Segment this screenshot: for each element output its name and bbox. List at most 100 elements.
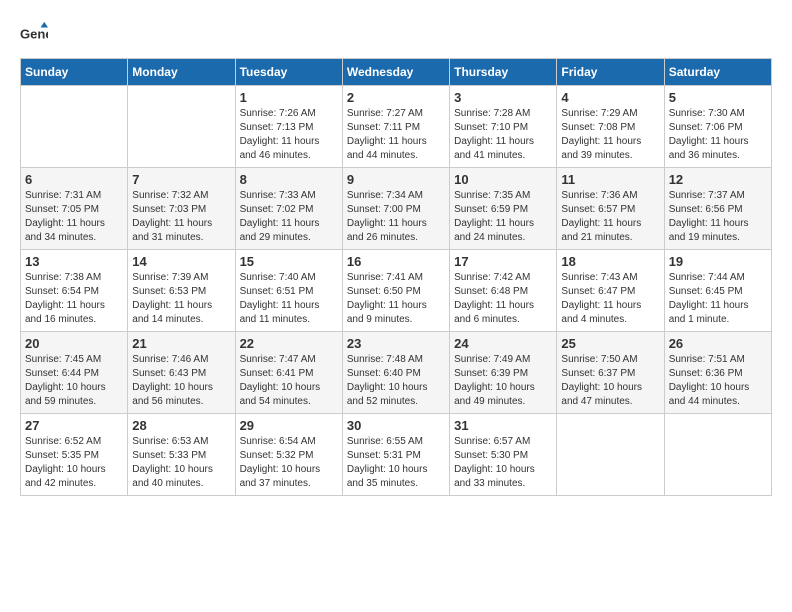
day-info: Sunrise: 6:57 AMSunset: 5:30 PMDaylight:…	[454, 435, 552, 491]
calendar-cell: 25 Sunrise: 7:50 AMSunset: 6:37 PMDayligh…	[557, 332, 664, 414]
calendar-cell: 4 Sunrise: 7:29 AMSunset: 7:08 PMDaylight…	[557, 86, 664, 168]
calendar-body: 1 Sunrise: 7:26 AMSunset: 7:13 PMDaylight…	[21, 86, 772, 496]
calendar-cell: 26 Sunrise: 7:51 AMSunset: 6:36 PMDayligh…	[664, 332, 771, 414]
day-number: 6	[25, 172, 123, 187]
calendar-cell: 14Sunrise: 7:39 AMSunset: 6:53 PMDayligh…	[128, 250, 235, 332]
column-header-saturday: Saturday	[664, 59, 771, 86]
day-number: 26	[669, 336, 767, 351]
logo-icon: General	[20, 20, 48, 48]
day-number: 21	[132, 336, 230, 351]
calendar-cell: 6 Sunrise: 7:31 AMSunset: 7:05 PMDaylight…	[21, 168, 128, 250]
calendar-cell: 8Sunrise: 7:33 AMSunset: 7:02 PMDaylight…	[235, 168, 342, 250]
day-info: Sunrise: 7:33 AMSunset: 7:02 PMDaylight:…	[240, 189, 338, 245]
calendar-cell: 19 Sunrise: 7:44 AMSunset: 6:45 PMDayligh…	[664, 250, 771, 332]
day-info: Sunrise: 7:36 AMSunset: 6:57 PMDaylight:…	[561, 189, 659, 245]
calendar-cell	[557, 414, 664, 496]
day-info: Sunrise: 6:52 AMSunset: 5:35 PMDaylight:…	[25, 435, 123, 491]
day-info: Sunrise: 7:29 AMSunset: 7:08 PMDaylight:…	[561, 107, 659, 163]
day-number: 3	[454, 90, 552, 105]
page-header: General	[20, 20, 772, 48]
day-number: 24	[454, 336, 552, 351]
column-header-friday: Friday	[557, 59, 664, 86]
day-number: 4	[561, 90, 659, 105]
day-info: Sunrise: 7:34 AMSunset: 7:00 PMDaylight:…	[347, 189, 445, 245]
column-header-tuesday: Tuesday	[235, 59, 342, 86]
day-info: Sunrise: 7:30 AMSunset: 7:06 PMDaylight:…	[669, 107, 767, 163]
week-row-1: 1 Sunrise: 7:26 AMSunset: 7:13 PMDaylight…	[21, 86, 772, 168]
calendar-cell: 30 Sunrise: 6:55 AMSunset: 5:31 PMDayligh…	[342, 414, 449, 496]
day-number: 22	[240, 336, 338, 351]
calendar-cell: 23Sunrise: 7:48 AMSunset: 6:40 PMDayligh…	[342, 332, 449, 414]
day-info: Sunrise: 6:55 AMSunset: 5:31 PMDaylight:…	[347, 435, 445, 491]
day-info: Sunrise: 7:28 AMSunset: 7:10 PMDaylight:…	[454, 107, 552, 163]
calendar-cell: 15Sunrise: 7:40 AMSunset: 6:51 PMDayligh…	[235, 250, 342, 332]
calendar-cell: 20 Sunrise: 7:45 AMSunset: 6:44 PMDayligh…	[21, 332, 128, 414]
day-info: Sunrise: 6:53 AMSunset: 5:33 PMDaylight:…	[132, 435, 230, 491]
day-number: 28	[132, 418, 230, 433]
column-header-monday: Monday	[128, 59, 235, 86]
calendar-cell: 11 Sunrise: 7:36 AMSunset: 6:57 PMDayligh…	[557, 168, 664, 250]
day-number: 17	[454, 254, 552, 269]
calendar-cell: 18 Sunrise: 7:43 AMSunset: 6:47 PMDayligh…	[557, 250, 664, 332]
day-number: 18	[561, 254, 659, 269]
day-number: 14	[132, 254, 230, 269]
day-number: 19	[669, 254, 767, 269]
day-number: 9	[347, 172, 445, 187]
calendar-cell: 1 Sunrise: 7:26 AMSunset: 7:13 PMDaylight…	[235, 86, 342, 168]
calendar-cell: 21 Sunrise: 7:46 AMSunset: 6:43 PMDayligh…	[128, 332, 235, 414]
calendar-cell: 31 Sunrise: 6:57 AMSunset: 5:30 PMDayligh…	[450, 414, 557, 496]
calendar-cell: 27Sunrise: 6:52 AMSunset: 5:35 PMDayligh…	[21, 414, 128, 496]
day-info: Sunrise: 7:38 AMSunset: 6:54 PMDaylight:…	[25, 271, 123, 327]
calendar-cell: 9 Sunrise: 7:34 AMSunset: 7:00 PMDaylight…	[342, 168, 449, 250]
day-number: 1	[240, 90, 338, 105]
day-info: Sunrise: 7:46 AMSunset: 6:43 PMDaylight:…	[132, 353, 230, 409]
day-number: 13	[25, 254, 123, 269]
day-info: Sunrise: 7:41 AMSunset: 6:50 PMDaylight:…	[347, 271, 445, 327]
day-number: 30	[347, 418, 445, 433]
day-number: 31	[454, 418, 552, 433]
calendar-cell: 5Sunrise: 7:30 AMSunset: 7:06 PMDaylight…	[664, 86, 771, 168]
calendar-cell: 22 Sunrise: 7:47 AMSunset: 6:41 PMDayligh…	[235, 332, 342, 414]
day-info: Sunrise: 7:44 AMSunset: 6:45 PMDaylight:…	[669, 271, 767, 327]
day-info: Sunrise: 7:35 AMSunset: 6:59 PMDaylight:…	[454, 189, 552, 245]
calendar-cell: 7 Sunrise: 7:32 AMSunset: 7:03 PMDaylight…	[128, 168, 235, 250]
day-number: 11	[561, 172, 659, 187]
day-number: 25	[561, 336, 659, 351]
column-header-thursday: Thursday	[450, 59, 557, 86]
day-info: Sunrise: 7:45 AMSunset: 6:44 PMDaylight:…	[25, 353, 123, 409]
day-info: Sunrise: 7:50 AMSunset: 6:37 PMDaylight:…	[561, 353, 659, 409]
day-info: Sunrise: 7:47 AMSunset: 6:41 PMDaylight:…	[240, 353, 338, 409]
calendar-cell: 13 Sunrise: 7:38 AMSunset: 6:54 PMDayligh…	[21, 250, 128, 332]
day-info: Sunrise: 7:37 AMSunset: 6:56 PMDaylight:…	[669, 189, 767, 245]
week-row-5: 27Sunrise: 6:52 AMSunset: 5:35 PMDayligh…	[21, 414, 772, 496]
calendar-cell: 24 Sunrise: 7:49 AMSunset: 6:39 PMDayligh…	[450, 332, 557, 414]
day-info: Sunrise: 7:51 AMSunset: 6:36 PMDaylight:…	[669, 353, 767, 409]
day-number: 7	[132, 172, 230, 187]
day-info: Sunrise: 7:43 AMSunset: 6:47 PMDaylight:…	[561, 271, 659, 327]
calendar-cell: 29Sunrise: 6:54 AMSunset: 5:32 PMDayligh…	[235, 414, 342, 496]
calendar-cell: 3 Sunrise: 7:28 AMSunset: 7:10 PMDaylight…	[450, 86, 557, 168]
week-row-3: 13 Sunrise: 7:38 AMSunset: 6:54 PMDayligh…	[21, 250, 772, 332]
day-info: Sunrise: 7:31 AMSunset: 7:05 PMDaylight:…	[25, 189, 123, 245]
day-number: 15	[240, 254, 338, 269]
calendar-cell	[664, 414, 771, 496]
svg-text:General: General	[20, 27, 48, 42]
calendar-cell: 10 Sunrise: 7:35 AMSunset: 6:59 PMDayligh…	[450, 168, 557, 250]
day-info: Sunrise: 7:27 AMSunset: 7:11 PMDaylight:…	[347, 107, 445, 163]
day-number: 10	[454, 172, 552, 187]
day-info: Sunrise: 7:49 AMSunset: 6:39 PMDaylight:…	[454, 353, 552, 409]
day-number: 20	[25, 336, 123, 351]
day-info: Sunrise: 7:32 AMSunset: 7:03 PMDaylight:…	[132, 189, 230, 245]
calendar-cell	[21, 86, 128, 168]
day-number: 12	[669, 172, 767, 187]
day-number: 23	[347, 336, 445, 351]
calendar-cell: 12 Sunrise: 7:37 AMSunset: 6:56 PMDayligh…	[664, 168, 771, 250]
calendar-cell: 17Sunrise: 7:42 AMSunset: 6:48 PMDayligh…	[450, 250, 557, 332]
week-row-4: 20 Sunrise: 7:45 AMSunset: 6:44 PMDayligh…	[21, 332, 772, 414]
calendar-table: SundayMondayTuesdayWednesdayThursdayFrid…	[20, 58, 772, 496]
logo: General	[20, 20, 52, 48]
day-number: 16	[347, 254, 445, 269]
week-row-2: 6 Sunrise: 7:31 AMSunset: 7:05 PMDaylight…	[21, 168, 772, 250]
column-header-sunday: Sunday	[21, 59, 128, 86]
day-info: Sunrise: 7:26 AMSunset: 7:13 PMDaylight:…	[240, 107, 338, 163]
